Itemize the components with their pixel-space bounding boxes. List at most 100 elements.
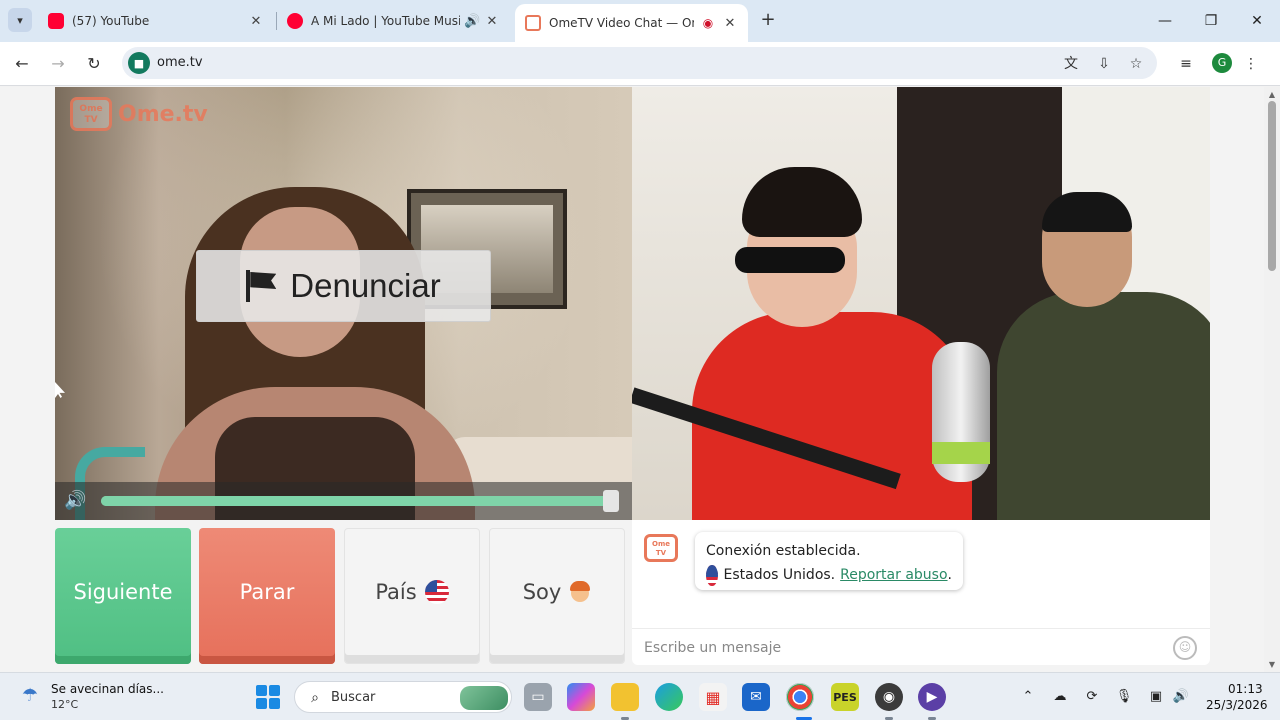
close-icon[interactable]: ✕ <box>484 14 500 29</box>
translate-icon[interactable]: 文 <box>1060 53 1082 75</box>
gender-label: Soy <box>522 580 562 604</box>
flag-icon <box>246 270 276 302</box>
tab-title: A Mi Lado | YouTube Music <box>311 14 460 28</box>
country-button[interactable]: País <box>344 528 480 664</box>
media-player-icon[interactable]: ▶ <box>918 683 946 711</box>
close-icon[interactable]: ✕ <box>722 16 738 31</box>
close-window-icon[interactable]: ✕ <box>1245 9 1269 33</box>
report-label: Denunciar <box>290 267 441 304</box>
next-button[interactable]: Siguiente <box>55 528 191 664</box>
country-text: Estados Unidos. <box>723 567 836 583</box>
obs-icon[interactable]: ◉ <box>875 683 903 711</box>
edge-icon[interactable] <box>655 683 683 711</box>
menu-icon[interactable]: ⋮ <box>1240 53 1262 75</box>
outlook-icon[interactable]: ✉ <box>742 683 770 711</box>
tab-search-button[interactable]: ▾ <box>8 8 32 32</box>
report-suffix: . <box>947 567 952 583</box>
volume-fill <box>101 496 613 506</box>
microphone-band <box>932 442 990 464</box>
report-abuse-link[interactable]: Reportar abuso <box>840 563 947 587</box>
gender-button[interactable]: Soy <box>489 528 625 664</box>
weather-title[interactable]: Se avecinan días... <box>51 682 164 696</box>
weather-temp[interactable]: 12°C <box>51 698 78 711</box>
camera-icon[interactable]: ■ <box>128 52 150 74</box>
country-label: País <box>375 580 417 604</box>
tab-youtube-music[interactable]: A Mi Lado | YouTube Music 🔊 ✕ <box>277 6 510 36</box>
rain-cloud-icon[interactable]: ☂ <box>18 683 42 709</box>
store-icon[interactable]: ▦ <box>699 683 727 711</box>
ometv-logo: Ome TV Ome.tv <box>70 97 208 131</box>
install-app-icon[interactable]: ⇩ <box>1093 53 1115 75</box>
volume-tray-icon[interactable]: 🔊 <box>1171 687 1191 707</box>
search-highlight-image <box>460 686 508 710</box>
microphone-icon[interactable]: 🎙 <box>1114 687 1134 707</box>
tab-strip: ▾ (57) YouTube ✕ A Mi Lado | YouTube Mus… <box>0 0 1280 42</box>
clock-date[interactable]: 25/3/2026 <box>1206 698 1268 712</box>
taskbar-search[interactable]: ⌕ Buscar <box>294 681 512 713</box>
volume-icon[interactable]: 🔊 <box>64 490 92 512</box>
logo-text: Ome.tv <box>118 101 208 127</box>
chat-divider <box>632 628 1210 629</box>
back-icon[interactable]: ← <box>10 52 34 76</box>
scroll-up-icon[interactable]: ▲ <box>1267 90 1277 99</box>
volume-handle[interactable] <box>603 490 619 512</box>
emoji-icon[interactable]: ☺ <box>1173 636 1197 660</box>
minimize-icon[interactable]: — <box>1153 9 1177 33</box>
self-video <box>632 87 1210 520</box>
chat-panel: Ome TV Conexión establecida. Estados Uni… <box>632 520 1210 665</box>
onedrive-icon[interactable]: ☁ <box>1050 687 1070 707</box>
close-icon[interactable]: ✕ <box>248 14 264 29</box>
report-button[interactable]: Denunciar <box>196 250 491 322</box>
chevron-up-icon[interactable]: ⌃ <box>1018 687 1038 707</box>
ometv-icon <box>525 15 541 31</box>
tab-youtube[interactable]: (57) YouTube ✕ <box>38 6 274 36</box>
file-explorer-icon[interactable] <box>611 683 639 711</box>
boy-icon <box>569 580 591 604</box>
tab-title: (57) YouTube <box>72 14 150 28</box>
stop-label: Parar <box>239 580 295 604</box>
browser-toolbar: ← → ↻ ■ ome.tv 文 ⇩ ☆ ≡ ⋮ <box>0 42 1280 86</box>
copilot-icon[interactable] <box>567 683 595 711</box>
chrome-icon[interactable] <box>786 683 814 711</box>
start-button[interactable] <box>256 685 280 709</box>
address-bar[interactable]: ■ ome.tv <box>122 47 1157 79</box>
volume-slider[interactable] <box>101 496 613 506</box>
logo-badge: Ome TV <box>70 97 112 131</box>
stop-button[interactable]: Parar <box>199 528 335 664</box>
media-control-icon[interactable]: ≡ <box>1175 53 1197 75</box>
clock-time[interactable]: 01:13 <box>1228 682 1263 696</box>
volume-control: 🔊 <box>55 482 632 520</box>
search-icon: ⌕ <box>311 690 319 706</box>
sunglasses <box>735 247 845 273</box>
search-placeholder: Buscar <box>331 690 376 705</box>
scrollbar[interactable]: ▲ ▼ <box>1264 87 1280 672</box>
youtube-icon <box>48 13 64 29</box>
us-flag-icon <box>706 564 718 586</box>
message-input[interactable] <box>644 636 1164 660</box>
youtube-music-icon <box>287 13 303 29</box>
address-text[interactable]: ome.tv <box>157 55 203 70</box>
tab-title: OmeTV Video Chat — Ome <box>549 16 694 30</box>
star-icon[interactable]: ☆ <box>1125 53 1147 75</box>
person1-hoodie <box>692 312 972 520</box>
tab-ometv[interactable]: OmeTV Video Chat — Ome ◉ ✕ <box>515 4 748 42</box>
recording-icon: ◉ <box>702 16 714 30</box>
connection-text: Conexión establecida. <box>706 543 861 559</box>
country-line: Estados Unidos. Reportar abuso. <box>706 563 952 587</box>
speaker-icon[interactable]: 🔊 <box>464 14 480 29</box>
forward-icon[interactable]: → <box>46 52 70 76</box>
chevron-down-icon: ▾ <box>17 13 23 27</box>
restore-icon[interactable]: ❐ <box>1199 9 1223 33</box>
sync-icon[interactable]: ⟳ <box>1082 687 1102 707</box>
scrollbar-thumb[interactable] <box>1268 101 1276 271</box>
pes-icon[interactable]: PES <box>831 683 859 711</box>
task-view-icon[interactable]: ▭ <box>524 683 552 711</box>
new-tab-button[interactable]: + <box>758 10 778 30</box>
person2-body <box>997 292 1210 520</box>
reload-icon[interactable]: ↻ <box>82 52 106 76</box>
scroll-down-icon[interactable]: ▼ <box>1267 660 1277 669</box>
profile-avatar[interactable]: G <box>1212 53 1232 73</box>
ometv-chat-avatar: Ome TV <box>644 534 678 562</box>
taskbar: ☂ Se avecinan días... 12°C ⌕ Buscar ▭ ▦ … <box>0 672 1280 720</box>
network-icon[interactable]: ▣ <box>1146 687 1166 707</box>
